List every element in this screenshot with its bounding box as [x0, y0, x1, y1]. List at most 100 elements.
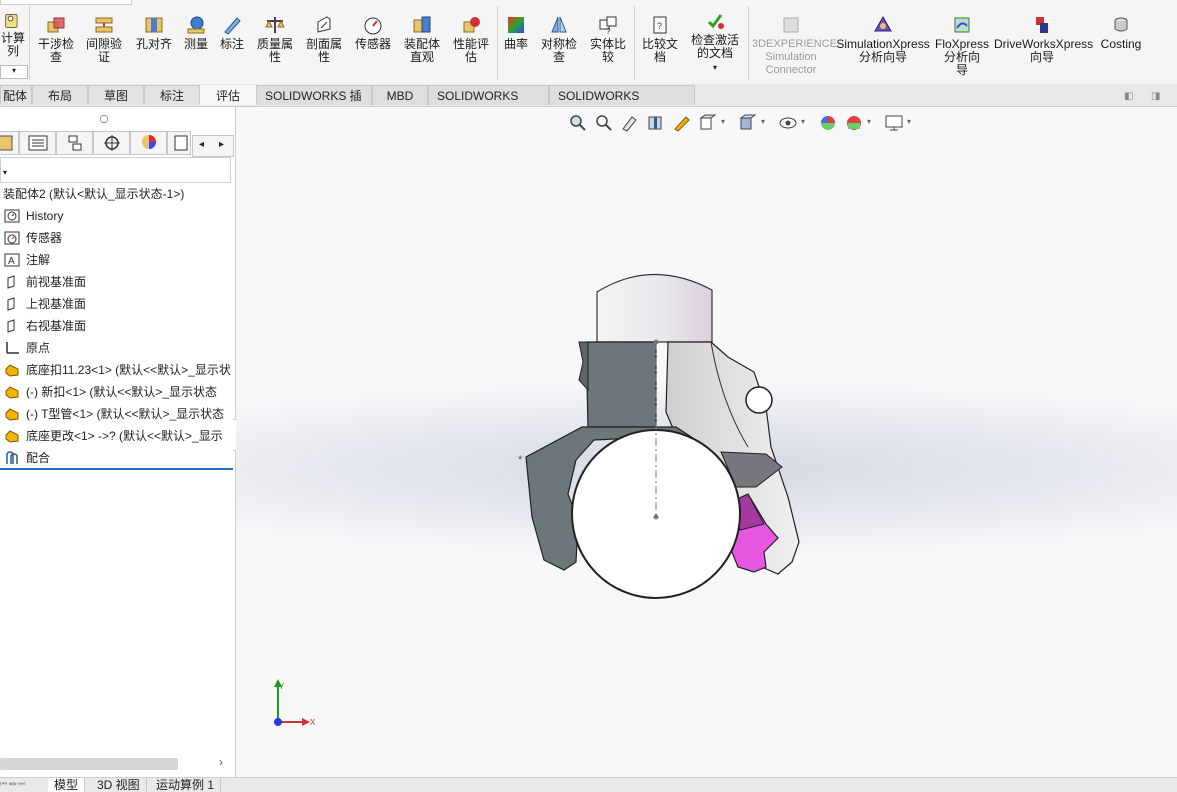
tree-root[interactable]: 装配体2 (默认<默认_显示状态-1>) — [0, 184, 233, 204]
asterisk-marker: * — [518, 454, 523, 466]
tab-3d-views[interactable]: 3D 视图 — [91, 778, 147, 792]
view-settings-dropdown-icon[interactable]: ▾ — [907, 117, 911, 126]
part-icon — [5, 386, 19, 399]
collapse-left-icon[interactable]: ◧ — [1124, 91, 1136, 103]
tree-item-history[interactable]: History — [0, 206, 233, 226]
tree-item-sensors[interactable]: 传感器 — [0, 228, 233, 248]
hide-show-items-icon[interactable] — [778, 113, 798, 133]
tree-item-right-plane[interactable]: 右视基准面 — [0, 316, 233, 336]
apply-scene-icon[interactable] — [844, 113, 864, 133]
tab-model[interactable]: 模型 — [48, 778, 86, 792]
tab-display-manager[interactable] — [130, 131, 167, 155]
tree-item-mates[interactable]: 配合 — [0, 448, 233, 468]
zoom-to-area-icon[interactable] — [594, 113, 614, 133]
previous-view-icon[interactable] — [620, 113, 640, 133]
filter-dropdown-icon[interactable]: ▾ — [3, 168, 7, 177]
scroll-right-arrow-icon[interactable]: › — [219, 755, 223, 769]
tree-item-top-plane[interactable]: 上视基准面 — [0, 294, 233, 314]
tree-item-new-clip[interactable]: (-) 新扣<1> (默认<<默认>_显示状态 — [0, 382, 233, 402]
assembly-model[interactable]: * — [516, 262, 806, 622]
stem-lip[interactable] — [578, 341, 589, 392]
tab-assembly[interactable]: 配体 — [0, 85, 32, 105]
tab-motion-study-1[interactable]: 运动算例 1 — [150, 778, 222, 792]
tree-item-base-change[interactable]: 底座更改<1> ->? (默认<<默认>_显示 — [0, 426, 233, 446]
compare-solids-button[interactable]: ? 实体比较 — [585, 14, 631, 64]
sensor-button[interactable]: 传感器 — [351, 14, 395, 51]
tab-solidworks-addins[interactable]: SOLIDWORKS 插件 — [256, 85, 372, 123]
compare-documents-button[interactable]: ? 比较文档 — [638, 14, 682, 64]
section-properties-button[interactable]: 剖面属性 — [301, 14, 347, 64]
mass-properties-button[interactable]: 质量属性 — [252, 14, 298, 64]
driveworks-icon — [1036, 17, 1048, 33]
tab-markup[interactable]: 标注 — [144, 85, 200, 105]
collapse-right-icon[interactable]: ◨ — [1151, 91, 1163, 103]
check-doc-dropdown-icon[interactable]: ▾ — [713, 63, 717, 72]
check-active-document-button[interactable]: 检查激活 的文档 ▾ — [686, 10, 744, 74]
plane-icon — [7, 319, 15, 333]
bottom-tab-bar: ⏮◂▸⏭ 模型 3D 视图 运动算例 1 — [0, 777, 1177, 792]
tab-solidworks-cam[interactable]: SOLIDWORKS CAM — [428, 85, 549, 123]
mates-icon — [6, 451, 18, 464]
scroll-right-icon[interactable]: ▸ — [219, 139, 224, 150]
tree-item-origin[interactable]: 原点 — [0, 338, 233, 358]
measure-button[interactable]: 测量 — [180, 14, 212, 51]
curvature-button[interactable]: 曲率 — [501, 14, 531, 51]
interference-check-button[interactable]: 干涉检查 — [33, 14, 79, 64]
stem-pipe[interactable] — [585, 341, 657, 428]
axis-point-top — [653, 339, 659, 345]
display-style-icon[interactable] — [738, 113, 758, 133]
hole-alignment-button[interactable]: 孔对齐 — [131, 14, 177, 51]
performance-eval-button[interactable]: 性能评估 — [448, 14, 494, 64]
costing-button[interactable]: Costing — [1096, 14, 1146, 51]
tree-item-t-pipe[interactable]: (-) T型管<1> (默认<<默认>_显示状态 — [0, 404, 233, 424]
calc-dropdown[interactable]: ▾ — [0, 65, 28, 79]
hide-show-dropdown-icon[interactable]: ▾ — [801, 117, 805, 126]
tab-extra[interactable] — [167, 131, 191, 155]
calc-tool-partial[interactable]: 计算 列 — [0, 12, 26, 58]
clip-hole[interactable] — [745, 386, 773, 414]
tab-feature-manager[interactable] — [0, 131, 19, 155]
tab-dimxpert-manager[interactable] — [93, 131, 130, 155]
display-style-dropdown-icon[interactable]: ▾ — [761, 117, 765, 126]
assembly-visual-icon — [413, 16, 431, 33]
tab-layout[interactable]: 布局 — [32, 85, 88, 105]
section-view-icon[interactable] — [646, 113, 666, 133]
zoom-to-fit-icon[interactable] — [568, 113, 588, 133]
tab-configuration-manager[interactable] — [56, 131, 93, 155]
filter-box[interactable]: ▾ — [0, 157, 231, 183]
panel-grip[interactable] — [100, 115, 108, 123]
feature-manager-panel: ◂ ▸ ▾ 装配体2 (默认<默认_显示状态-1>) History 传感器 A… — [0, 107, 242, 777]
cap-cylinder[interactable] — [596, 273, 713, 343]
tab-solidworks-inspection[interactable]: SOLIDWORKS Inspection — [549, 85, 695, 123]
tab-property-manager[interactable] — [19, 131, 56, 155]
separator — [497, 6, 498, 80]
markup-button[interactable]: 标注 — [216, 14, 248, 51]
tab-sketch[interactable]: 草图 — [88, 85, 144, 105]
dynamic-annotation-icon[interactable] — [672, 113, 692, 133]
assembly-visualization-button[interactable]: 装配体 直观 — [399, 14, 445, 64]
part-icon — [5, 364, 19, 377]
compare-doc-icon: ? — [653, 16, 667, 34]
scroll-left-icon[interactable]: ◂ — [199, 139, 204, 150]
driveworksxpress-button[interactable]: DriveWorksXpress 向导 — [994, 14, 1093, 64]
view-orientation-dropdown-icon[interactable]: ▾ — [721, 117, 725, 126]
graphics-area[interactable]: ▾ ▾ ▾ ▾ ▾ * Y X — [236, 107, 1177, 777]
view-orientation-icon[interactable] — [698, 113, 718, 133]
simulationxpress-button[interactable]: SimulationXpress 分析向导 — [836, 14, 930, 64]
apply-scene-dropdown-icon[interactable]: ▾ — [867, 117, 871, 126]
symmetry-check-button[interactable]: 对称检查 — [536, 14, 582, 64]
tree-item-base-clip[interactable]: 底座扣11.23<1> (默认<<默认>_显示状 — [0, 360, 233, 380]
crosshair-icon — [104, 135, 120, 151]
tree-item-annotations[interactable]: A 注解 — [0, 250, 233, 270]
tab-evaluate[interactable]: 评估 — [200, 85, 256, 105]
clearance-verify-button[interactable]: 间隙验证 — [81, 14, 127, 64]
tree-item-front-plane[interactable]: 前视基准面 — [0, 272, 233, 292]
tab-mbd[interactable]: MBD — [372, 85, 428, 105]
part-icon — [5, 430, 19, 443]
edit-appearance-icon[interactable] — [818, 113, 838, 133]
tree-rollback-bar[interactable] — [0, 468, 233, 470]
tab-nav-arrows-icon[interactable]: ⏮◂▸⏭ — [0, 779, 44, 791]
view-settings-icon[interactable] — [884, 113, 904, 133]
horizontal-scrollbar-thumb[interactable] — [0, 758, 178, 770]
floxpress-button[interactable]: FloXpress 分析向导 — [934, 14, 990, 77]
